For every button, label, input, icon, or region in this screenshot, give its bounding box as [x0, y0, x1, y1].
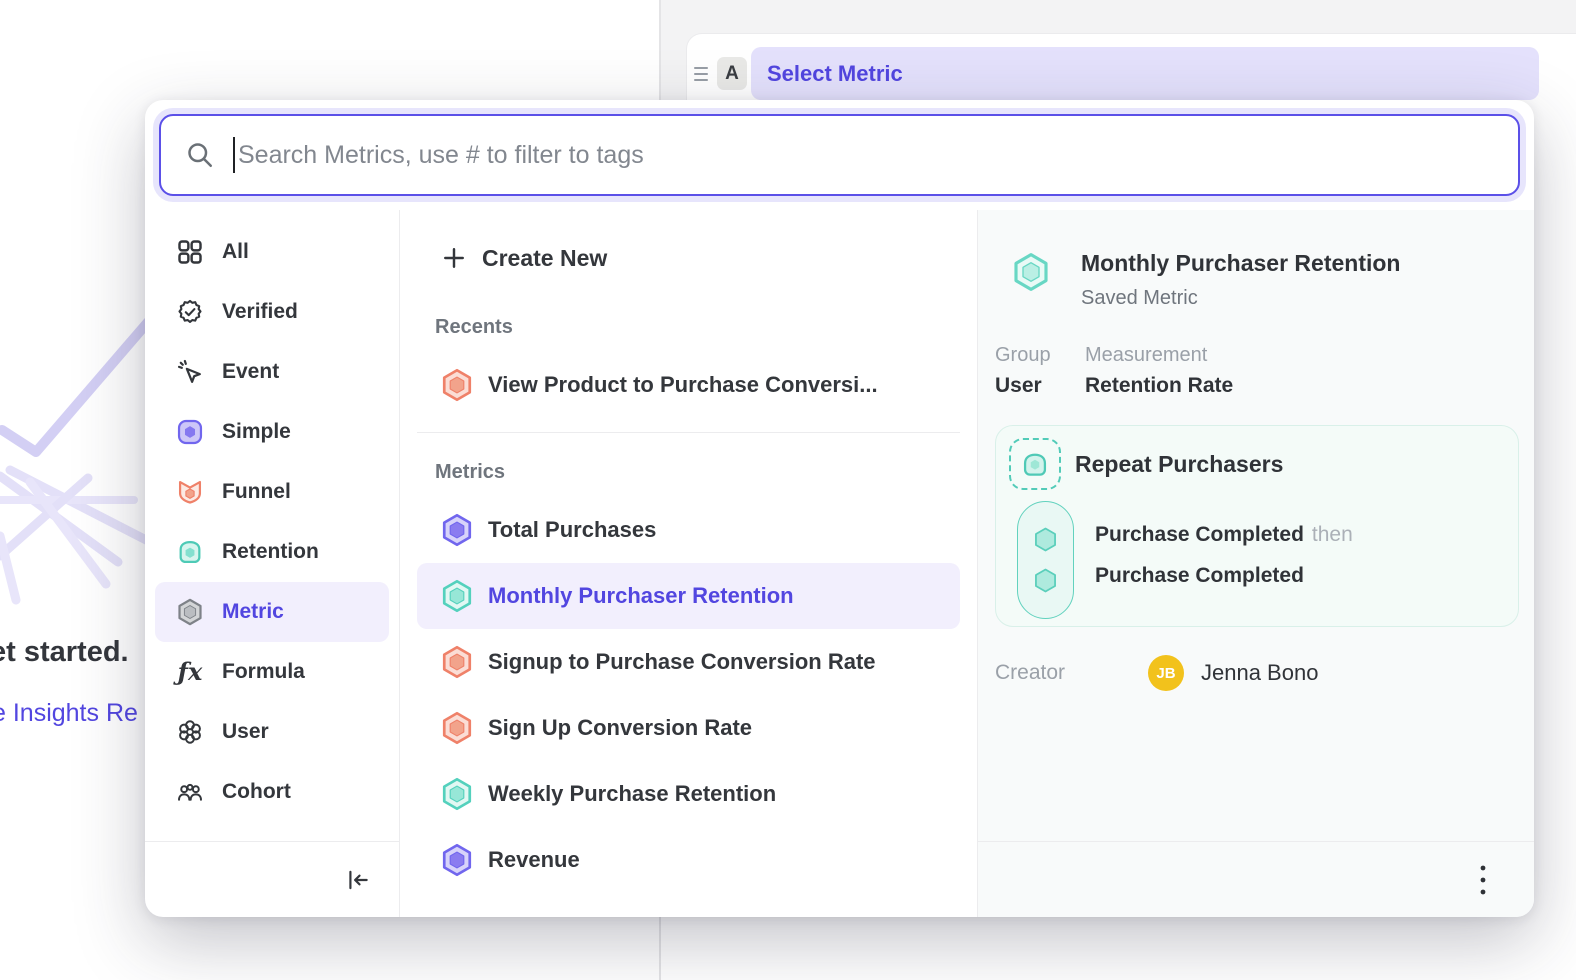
step-hexagon-icon	[1032, 526, 1059, 553]
plus-icon	[440, 244, 468, 272]
metric-hexagon-icon	[176, 598, 204, 626]
metric-item-label: Weekly Purchase Retention	[488, 781, 776, 807]
sidebar-item-verified[interactable]: Verified	[155, 282, 389, 342]
row-label-badge: A	[717, 57, 747, 90]
creator-avatar: JB	[1148, 655, 1184, 691]
creator-row: Creator JB Jenna Bono	[995, 655, 1318, 691]
sidebar-item-all[interactable]: All	[155, 222, 389, 282]
sidebar-item-retention[interactable]: Retention	[155, 522, 389, 582]
detail-footer	[978, 841, 1534, 917]
metric-hexagon-icon	[440, 777, 474, 811]
search-icon	[185, 140, 215, 170]
metric-definition-card: Repeat Purchasers Purchase Completed then	[995, 425, 1519, 627]
detail-type-label: Saved Metric	[1081, 287, 1400, 310]
metric-hexagon-icon	[440, 513, 474, 547]
step-connector: then	[1312, 523, 1353, 546]
verified-badge-icon	[176, 298, 204, 326]
funnel-icon	[176, 478, 204, 506]
page-heading-fragment: et started.	[0, 636, 129, 669]
metric-item[interactable]: Total Purchases	[417, 497, 960, 563]
group-value: User	[995, 374, 1057, 398]
sidebar-item-label: All	[222, 240, 249, 264]
sidebar-item-funnel[interactable]: Funnel	[155, 462, 389, 522]
metric-picker-modal: All Verified	[145, 100, 1534, 917]
measurement-value: Retention Rate	[1085, 374, 1233, 398]
retention-arch-icon	[1018, 447, 1052, 481]
recents-header: Recents	[417, 302, 960, 352]
creator-label: Creator	[995, 661, 1148, 685]
metric-hexagon-icon	[1011, 252, 1051, 292]
metric-detail-panel: Monthly Purchaser Retention Saved Metric…	[978, 210, 1534, 917]
sidebar-footer	[145, 841, 399, 917]
step-1-event: Purchase Completed	[1095, 523, 1304, 546]
metric-item[interactable]: Sign Up Conversion Rate	[417, 695, 960, 761]
saved-cohort-icon	[1009, 438, 1061, 490]
search-input[interactable]	[238, 141, 1494, 170]
sidebar-item-metric[interactable]: Metric	[155, 582, 389, 642]
simple-metric-icon	[176, 418, 204, 446]
metric-item-label: Signup to Purchase Conversion Rate	[488, 649, 876, 675]
sidebar-item-simple[interactable]: Simple	[155, 402, 389, 462]
search-bar	[159, 114, 1520, 196]
sidebar-item-label: Cohort	[222, 780, 291, 804]
user-cluster-icon	[176, 718, 204, 746]
screen: et started. e Insights Re A Select Metri…	[0, 0, 1576, 980]
step-2-event: Purchase Completed	[1095, 564, 1304, 587]
collapse-left-icon	[345, 867, 371, 893]
definition-name: Repeat Purchasers	[1075, 451, 1283, 478]
steps-capsule	[1017, 501, 1074, 619]
metric-item-selected[interactable]: Monthly Purchaser Retention	[417, 563, 960, 629]
metrics-header: Metrics	[417, 447, 960, 497]
drag-handle-icon[interactable]	[694, 67, 710, 81]
kebab-icon	[1479, 863, 1487, 897]
measurement-label: Measurement	[1085, 344, 1233, 367]
select-metric-button[interactable]: Select Metric	[751, 47, 1539, 100]
collapse-sidebar-button[interactable]	[343, 865, 373, 895]
grid-icon	[176, 238, 204, 266]
retention-icon	[176, 538, 204, 566]
group-label: Group	[995, 344, 1057, 367]
step-hexagon-icon	[1032, 567, 1059, 594]
cohort-people-icon	[176, 778, 204, 806]
sidebar-item-label: Verified	[222, 300, 298, 324]
detail-title: Monthly Purchaser Retention	[1081, 250, 1400, 277]
sidebar-item-label: Metric	[222, 600, 284, 624]
recent-metric-item[interactable]: View Product to Purchase Conversi...	[417, 352, 960, 418]
metric-hexagon-icon	[440, 579, 474, 613]
metric-hexagon-icon	[440, 368, 474, 402]
select-metric-label: Select Metric	[767, 61, 903, 87]
list-divider	[417, 432, 960, 433]
metric-item[interactable]: Signup to Purchase Conversion Rate	[417, 629, 960, 695]
sidebar-item-event[interactable]: Event	[155, 342, 389, 402]
sidebar-item-label: Event	[222, 360, 279, 384]
metric-item-label: Total Purchases	[488, 517, 656, 543]
sidebar-item-cohort[interactable]: Cohort	[155, 762, 389, 822]
metric-item-label: Revenue	[488, 847, 580, 873]
metric-item-label: Monthly Purchaser Retention	[488, 583, 794, 609]
sidebar-item-user[interactable]: User	[155, 702, 389, 762]
metric-item-label: Sign Up Conversion Rate	[488, 715, 752, 741]
text-caret	[233, 137, 235, 173]
sidebar-item-label: Simple	[222, 420, 291, 444]
metric-item[interactable]: Revenue	[417, 827, 960, 893]
more-options-button[interactable]	[1468, 863, 1498, 897]
metric-hexagon-icon	[440, 711, 474, 745]
insights-report-link-fragment[interactable]: e Insights Re	[0, 699, 138, 728]
creator-name: Jenna Bono	[1201, 660, 1318, 686]
create-new-button[interactable]: Create New	[417, 228, 960, 288]
create-new-label: Create New	[482, 245, 607, 272]
metric-hexagon-icon	[440, 645, 474, 679]
recent-metric-label: View Product to Purchase Conversi...	[488, 372, 878, 398]
sidebar-item-formula[interactable]: ƒx Formula	[155, 642, 389, 702]
sidebar-item-label: Funnel	[222, 480, 291, 504]
formula-fx-icon: ƒx	[176, 658, 204, 686]
filter-sidebar: All Verified	[145, 210, 400, 917]
sidebar-item-label: Formula	[222, 660, 305, 684]
event-cursor-icon	[176, 358, 204, 386]
metric-hexagon-icon	[440, 843, 474, 877]
sidebar-item-label: Retention	[222, 540, 319, 564]
metric-item[interactable]: Weekly Purchase Retention	[417, 761, 960, 827]
sidebar-item-label: User	[222, 720, 269, 744]
metric-results-list: Create New Recents View Product to Purch…	[400, 210, 978, 917]
